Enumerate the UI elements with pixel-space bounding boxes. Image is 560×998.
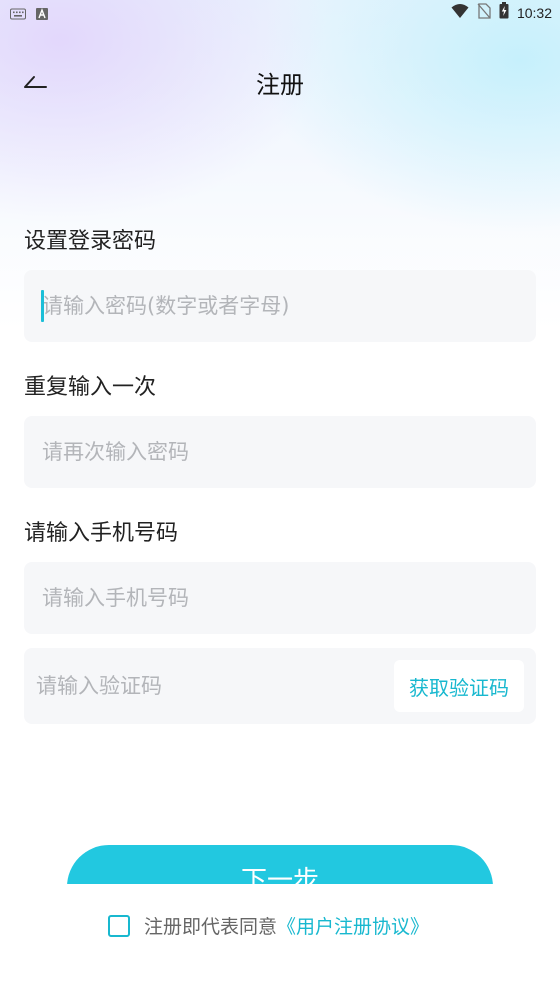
phone-input-box: [24, 562, 536, 634]
phone-label: 请输入手机号码: [24, 521, 179, 546]
agreement-row: 注册即代表同意 《用户注册协议》: [108, 912, 429, 939]
agreement-checkbox[interactable]: [108, 914, 130, 937]
status-left: [10, 5, 48, 24]
battery-charging-icon: [499, 2, 509, 23]
repeat-password-input[interactable]: [24, 416, 502, 488]
get-code-button[interactable]: 获取验证码: [394, 660, 524, 712]
repeat-password-label: 重复输入一次: [24, 375, 157, 400]
no-sim-icon: [477, 2, 491, 23]
keyboard-icon: [10, 5, 26, 24]
status-bar: 10:32: [0, 0, 560, 24]
register-form: 设置登录密码 重复输入一次 请输入手机号码 获取验证码: [24, 224, 536, 725]
repeat-password-group: 重复输入一次: [24, 370, 536, 488]
verification-code-input[interactable]: [24, 647, 378, 725]
verification-code-box: 获取验证码: [24, 647, 536, 725]
text-caret: [41, 290, 44, 322]
agreement-text: 注册即代表同意: [144, 916, 278, 938]
status-right: 10:32: [451, 2, 552, 23]
repeat-password-input-box: [24, 416, 536, 488]
page-title: 注册: [256, 71, 304, 99]
agreement-link[interactable]: 《用户注册协议》: [277, 912, 429, 939]
status-time: 10:32: [516, 4, 552, 21]
password-group: 设置登录密码: [24, 224, 536, 342]
password-label: 设置登录密码: [24, 229, 157, 254]
phone-input[interactable]: [24, 562, 502, 634]
phone-group: 请输入手机号码: [24, 516, 536, 634]
password-input[interactable]: [24, 270, 502, 342]
bottom-panel: [0, 884, 560, 998]
app-header: 注册: [0, 58, 560, 114]
password-input-box: [24, 270, 536, 342]
a-notification-icon: [36, 5, 48, 24]
wifi-icon: [451, 3, 469, 23]
